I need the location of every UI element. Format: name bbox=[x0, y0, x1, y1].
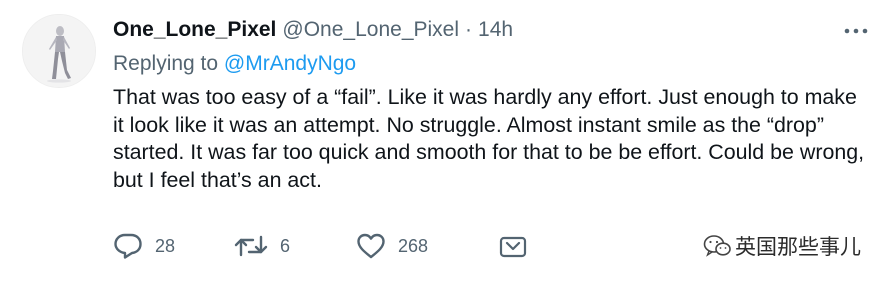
retweet-count: 6 bbox=[280, 235, 291, 256]
display-name[interactable]: One_Lone_Pixel bbox=[113, 16, 276, 44]
share-button[interactable] bbox=[498, 226, 528, 266]
reply-icon bbox=[114, 233, 142, 259]
heart-icon bbox=[357, 233, 385, 259]
watermark: 英国那些事儿 bbox=[703, 232, 861, 260]
tweet-header: One_Lone_Pixel @One_Lone_Pixel · 14h bbox=[113, 16, 513, 44]
share-icon bbox=[499, 236, 527, 258]
replying-mention[interactable]: @MrAndyNgo bbox=[224, 52, 356, 75]
timestamp[interactable]: 14h bbox=[478, 16, 513, 44]
user-handle[interactable]: @One_Lone_Pixel bbox=[282, 16, 459, 44]
tweet-text: That was too easy of a “fail”. Like it w… bbox=[113, 85, 865, 192]
retweet-button[interactable]: 6 bbox=[234, 226, 290, 266]
avatar[interactable] bbox=[22, 14, 96, 88]
replying-to: Replying to @MrAndyNgo bbox=[113, 50, 356, 78]
reply-count: 28 bbox=[155, 235, 176, 256]
separator-dot: · bbox=[465, 18, 473, 41]
like-button[interactable]: 268 bbox=[356, 226, 428, 266]
reply-button[interactable]: 28 bbox=[113, 226, 175, 266]
more-options-icon[interactable] bbox=[843, 22, 869, 40]
watermark-text: 英国那些事儿 bbox=[735, 235, 861, 259]
retweet-icon bbox=[234, 235, 268, 257]
figure-avatar-icon bbox=[23, 15, 95, 87]
replying-prefix: Replying to bbox=[113, 52, 219, 75]
like-count: 268 bbox=[398, 235, 429, 256]
tweet: One_Lone_Pixel @One_Lone_Pixel · 14h Rep… bbox=[0, 0, 893, 283]
wechat-icon bbox=[703, 235, 731, 257]
